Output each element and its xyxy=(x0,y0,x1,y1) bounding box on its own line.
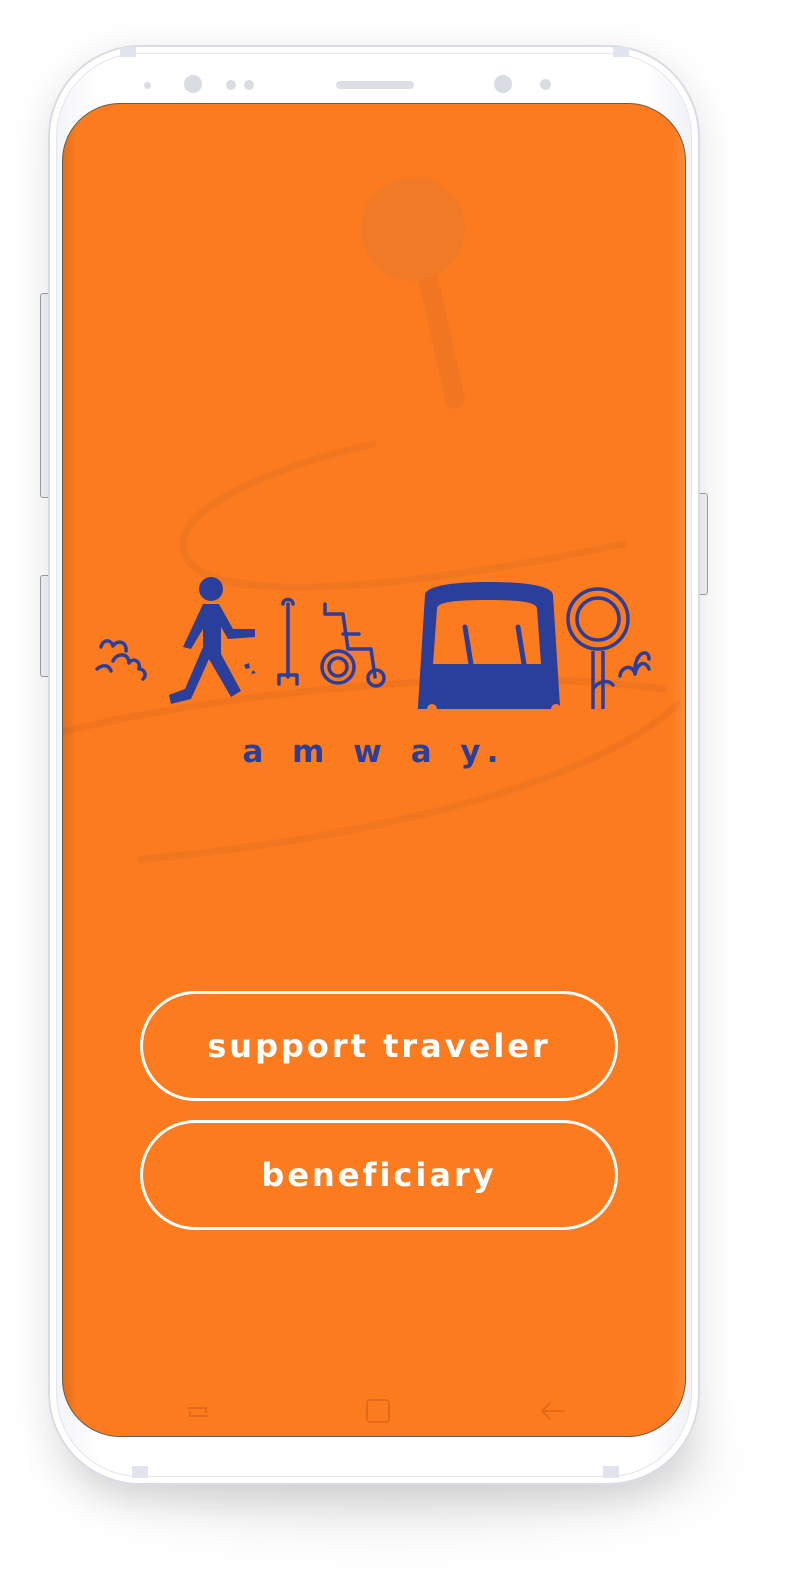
walking-cane-icon xyxy=(277,597,299,686)
earpiece-speaker xyxy=(336,81,414,89)
front-camera xyxy=(494,75,512,93)
beneficiary-label: beneficiary xyxy=(261,1156,497,1194)
bus-icon xyxy=(417,582,561,709)
screen-edge-shade xyxy=(63,104,77,1436)
sensor xyxy=(540,79,551,90)
travel-illustration xyxy=(95,577,651,709)
map-pin-icon xyxy=(361,177,465,409)
antenna-band xyxy=(132,1466,148,1478)
support-traveler-label: support traveler xyxy=(207,1027,551,1065)
background-route-decoration xyxy=(63,177,682,863)
recents-icon xyxy=(187,1407,209,1417)
brand-wordmark: a m w a y. xyxy=(242,734,508,770)
bus-stop-sign-icon xyxy=(566,587,630,709)
back-arrow-icon xyxy=(541,1402,565,1420)
antenna-band xyxy=(120,47,136,57)
support-traveler-button[interactable]: support traveler xyxy=(140,991,618,1101)
sensor xyxy=(184,75,202,93)
pedestrian-icon xyxy=(169,577,256,704)
back-button[interactable] xyxy=(536,1394,570,1428)
sensor xyxy=(144,82,151,89)
home-button[interactable] xyxy=(361,1394,395,1428)
wheelchair-icon xyxy=(320,602,386,688)
antenna-band xyxy=(613,47,629,57)
bush-icon xyxy=(95,639,147,681)
system-navigation-bar xyxy=(63,1394,685,1428)
sensor xyxy=(244,80,254,90)
screen-edge-shade xyxy=(671,104,685,1436)
device-stage: a m w a y. support traveler beneficiary xyxy=(0,0,799,1589)
home-icon xyxy=(366,1399,390,1423)
recents-button[interactable] xyxy=(181,1394,215,1428)
beneficiary-button[interactable]: beneficiary xyxy=(140,1120,618,1230)
sensor xyxy=(226,80,236,90)
antenna-band xyxy=(603,1466,619,1478)
app-screen: a m w a y. support traveler beneficiary xyxy=(62,103,686,1437)
